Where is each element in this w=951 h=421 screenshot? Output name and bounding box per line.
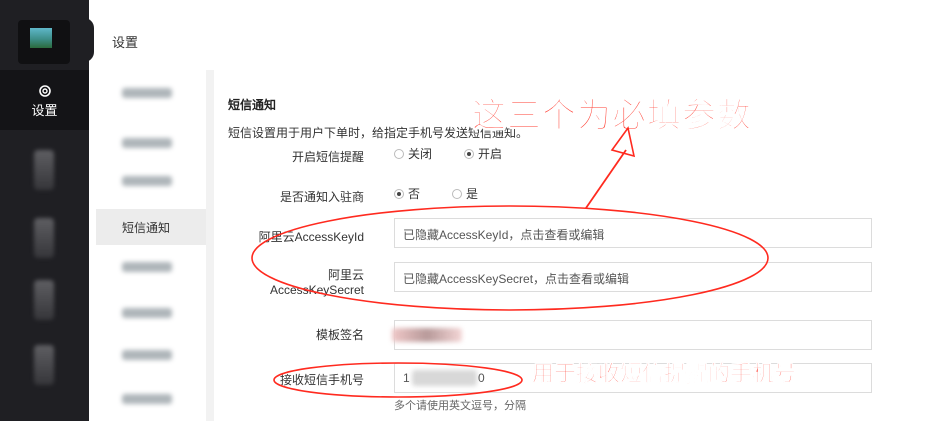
notify-merchant-no-radio[interactable]: 否 bbox=[394, 185, 420, 202]
radio-label: 开启 bbox=[478, 147, 503, 161]
sms-enable-label: 开启短信提醒 bbox=[291, 150, 364, 164]
top-bar: 设置 bbox=[96, 0, 951, 71]
subnav-item-blurred[interactable] bbox=[96, 296, 206, 332]
phone-suffix: 0 bbox=[478, 371, 485, 385]
access-key-id-label: 阿里云AccessKeyId bbox=[258, 230, 364, 244]
sms-enable-off-radio[interactable]: 关闭 bbox=[394, 145, 432, 162]
main-sidebar: 设置 bbox=[0, 0, 94, 421]
receive-phone-label: 接收短信手机号 bbox=[279, 373, 364, 387]
label-line: 阿里云 bbox=[327, 268, 364, 282]
section-title: 短信通知 bbox=[228, 98, 277, 112]
radio-label: 关闭 bbox=[408, 147, 433, 161]
sidebar-item-blurred[interactable] bbox=[34, 218, 54, 258]
subnav-item-sms[interactable]: 短信通知 bbox=[96, 209, 206, 245]
phone-redacted bbox=[412, 370, 477, 386]
page-title: 设置 bbox=[112, 35, 139, 50]
content-gutter bbox=[206, 70, 214, 421]
template-sign-label: 模板签名 bbox=[315, 328, 364, 342]
subnav-item-blurred[interactable] bbox=[96, 164, 206, 200]
template-sign-redacted bbox=[392, 328, 462, 342]
sidebar-item-settings[interactable]: 设置 bbox=[0, 70, 89, 130]
settings-subnav: 短信通知 bbox=[96, 70, 207, 421]
subnav-item-blurred[interactable] bbox=[96, 126, 206, 162]
subnav-item-blurred[interactable] bbox=[96, 250, 206, 286]
phone-prefix: 1 bbox=[403, 371, 410, 385]
receive-phone-hint: 多个请使用英文逗号，分隔 bbox=[394, 400, 526, 412]
subnav-item-blurred[interactable] bbox=[96, 76, 206, 112]
template-sign-input[interactable] bbox=[394, 320, 872, 350]
gear-icon bbox=[38, 85, 51, 97]
notify-merchant-yes-radio[interactable]: 是 bbox=[452, 185, 478, 202]
label-line: AccessKeySecret bbox=[269, 283, 364, 297]
access-key-secret-label: 阿里云 AccessKeySecret bbox=[254, 266, 364, 297]
notify-merchant-label: 是否通知入驻商 bbox=[279, 190, 364, 204]
annotation-required-params: 这三个为必填参数 bbox=[472, 96, 752, 137]
access-key-id-input[interactable]: 已隐藏AccessKeyId，点击查看或编辑 bbox=[394, 218, 872, 248]
sidebar-item-label: 设置 bbox=[31, 103, 58, 118]
sidebar-item-blurred[interactable] bbox=[34, 345, 54, 385]
sms-enable-on-radio[interactable]: 开启 bbox=[464, 145, 502, 162]
subnav-item-label: 短信通知 bbox=[122, 221, 171, 235]
annotation-receive-phone-note: 用于接收短信提醒的手机号 bbox=[532, 362, 797, 388]
radio-label: 是 bbox=[466, 187, 479, 201]
app-logo[interactable] bbox=[0, 0, 96, 65]
subnav-item-blurred[interactable] bbox=[96, 338, 206, 374]
sidebar-item-blurred[interactable] bbox=[34, 150, 54, 190]
subnav-item-blurred[interactable] bbox=[96, 382, 206, 418]
access-key-secret-input[interactable]: 已隐藏AccessKeySecret，点击查看或编辑 bbox=[394, 262, 872, 292]
radio-label: 否 bbox=[408, 187, 421, 201]
sidebar-item-blurred[interactable] bbox=[34, 280, 54, 320]
